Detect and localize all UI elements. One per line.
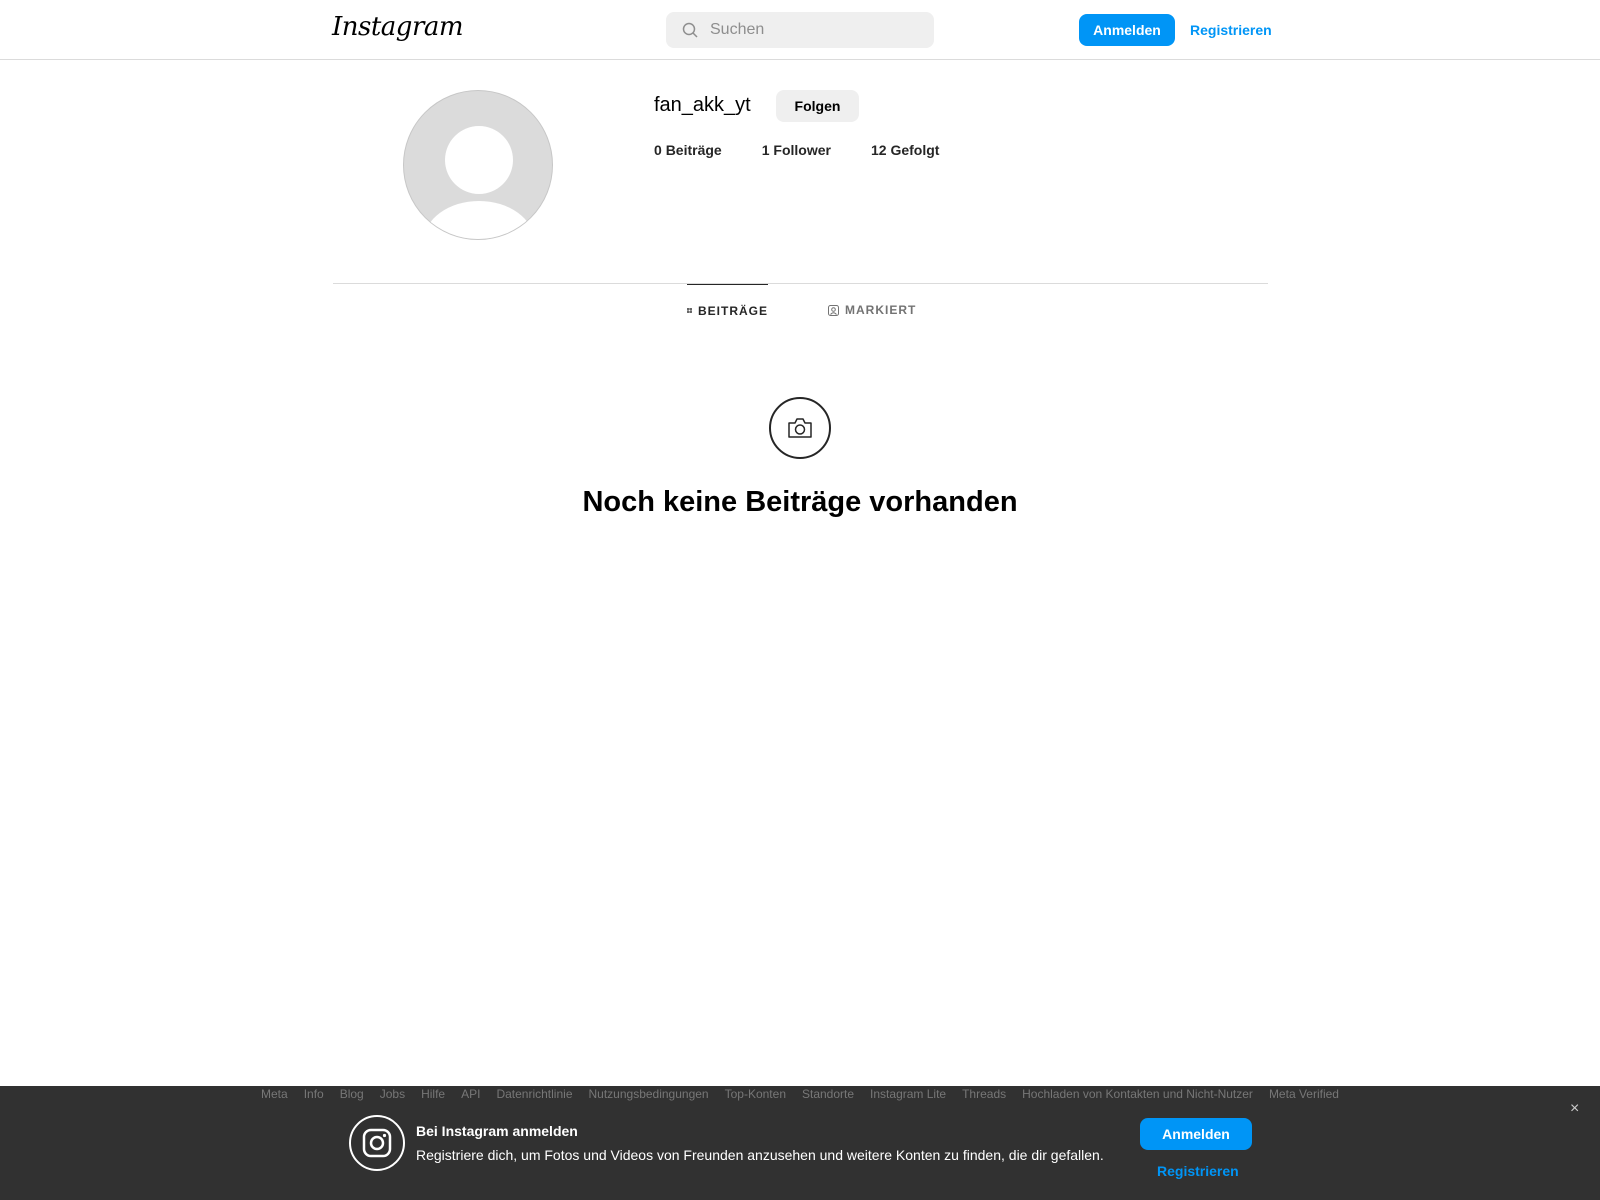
footer-link[interactable]: Standorte bbox=[802, 1087, 854, 1101]
top-nav: Instagram Anmelden Registrieren bbox=[0, 0, 1600, 60]
grid-icon bbox=[687, 308, 692, 313]
footer-link[interactable]: Top-Konten bbox=[725, 1087, 786, 1101]
footer-link[interactable]: API bbox=[461, 1087, 480, 1101]
search-input[interactable] bbox=[710, 21, 910, 39]
banner-login-button[interactable]: Anmelden bbox=[1140, 1118, 1252, 1150]
instagram-icon bbox=[349, 1115, 405, 1171]
empty-state-text: Noch keine Beiträge vorhanden bbox=[582, 486, 1018, 518]
tab-posts[interactable]: BEITRÄGE bbox=[687, 284, 768, 336]
tagged-icon bbox=[828, 304, 839, 316]
search-icon bbox=[682, 22, 698, 38]
footer-link[interactable]: Instagram Lite bbox=[870, 1087, 946, 1101]
footer-link[interactable]: Datenrichtlinie bbox=[496, 1087, 572, 1101]
register-link[interactable]: Registrieren bbox=[1190, 22, 1272, 38]
camera-icon bbox=[769, 397, 831, 459]
banner-description: Registriere dich, um Fotos und Videos vo… bbox=[416, 1147, 1104, 1163]
footer-link[interactable]: Meta bbox=[261, 1087, 288, 1101]
search-box[interactable] bbox=[666, 12, 934, 48]
footer-link[interactable]: Nutzungsbedingungen bbox=[589, 1087, 709, 1101]
footer-link[interactable]: Threads bbox=[962, 1087, 1006, 1101]
profile-stats: 0 Beiträge 1 Follower 12 Gefolgt bbox=[654, 142, 939, 158]
footer-link[interactable]: Hilfe bbox=[421, 1087, 445, 1101]
username: fan_akk_yt bbox=[654, 94, 751, 116]
stat-followers[interactable]: 1 Follower bbox=[762, 142, 831, 158]
footer-link[interactable]: Jobs bbox=[380, 1087, 405, 1101]
follow-button[interactable]: Folgen bbox=[776, 90, 859, 122]
footer-links: Meta Info Blog Jobs Hilfe API Datenricht… bbox=[0, 1087, 1600, 1101]
banner-register-link[interactable]: Registrieren bbox=[1157, 1163, 1239, 1179]
login-banner bbox=[0, 1086, 1600, 1200]
close-icon[interactable]: × bbox=[1570, 1100, 1579, 1118]
footer-link[interactable]: Info bbox=[304, 1087, 324, 1101]
tab-posts-label: BEITRÄGE bbox=[697, 303, 768, 318]
footer-link[interactable]: Blog bbox=[340, 1087, 364, 1101]
stat-posts: 0 Beiträge bbox=[654, 142, 722, 158]
login-button[interactable]: Anmelden bbox=[1079, 14, 1175, 46]
tabs-divider bbox=[333, 283, 1268, 284]
tab-tagged-label: MARKIERT bbox=[845, 303, 917, 317]
stat-following[interactable]: 12 Gefolgt bbox=[871, 142, 939, 158]
avatar bbox=[403, 90, 553, 240]
footer-link[interactable]: Meta Verified bbox=[1269, 1087, 1339, 1101]
banner-title: Bei Instagram anmelden bbox=[416, 1123, 578, 1139]
tab-tagged[interactable]: MARKIERT bbox=[828, 284, 916, 336]
instagram-logo[interactable]: Instagram bbox=[332, 12, 464, 42]
footer-link[interactable]: Hochladen von Kontakten und Nicht-Nutzer bbox=[1022, 1087, 1253, 1101]
